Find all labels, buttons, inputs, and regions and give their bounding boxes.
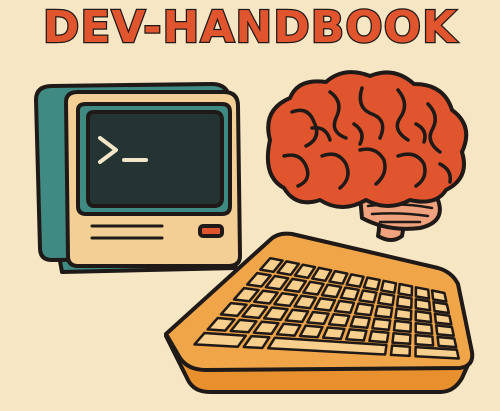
- keyboard-key: [333, 299, 356, 315]
- keyboard-key: [321, 326, 346, 341]
- keyboard-key: [434, 324, 455, 337]
- keyboard-key: [389, 344, 412, 358]
- keyboard-key: [397, 282, 414, 297]
- keyboard-key: [414, 333, 435, 347]
- keyboard-key: [345, 328, 368, 342]
- keyboard-key: [345, 273, 365, 288]
- keyboard-key: [395, 295, 413, 309]
- keyboard-key: [414, 321, 434, 336]
- keyboard-key: [414, 286, 431, 300]
- keyboard-key: [380, 279, 398, 294]
- keyboard-key: [414, 345, 460, 360]
- brain-icon: [265, 70, 469, 242]
- keyboard-key: [433, 312, 453, 326]
- keyboard-key: [193, 331, 248, 348]
- keyboard-key: [430, 289, 448, 303]
- keyboard-key: [298, 324, 324, 339]
- keyboard-key: [377, 292, 396, 307]
- illustration: [34, 70, 475, 394]
- keyboard-key: [414, 297, 432, 312]
- keyboard-key: [414, 309, 433, 324]
- keyboard-key: [394, 307, 413, 321]
- screen: [86, 110, 224, 208]
- power-button: [198, 224, 224, 238]
- keyboard-key: [362, 276, 381, 291]
- keyboard-key: [392, 319, 413, 334]
- keyboard-key: [327, 312, 351, 328]
- keyboard-key: [436, 335, 458, 349]
- keyboard-key: [349, 315, 371, 330]
- retro-computer-icon: [34, 82, 242, 274]
- keyboard-key: [371, 317, 392, 332]
- keyboard-key: [353, 302, 375, 317]
- poster-canvas: DEV-HANDBOOK: [0, 0, 500, 411]
- keyboard-key: [368, 330, 390, 344]
- keyboard-key: [432, 300, 451, 315]
- keyboard-key: [391, 331, 412, 346]
- keyboard-key: [358, 289, 378, 304]
- keyboard-key: [374, 304, 394, 319]
- keyboard-key: [339, 286, 360, 302]
